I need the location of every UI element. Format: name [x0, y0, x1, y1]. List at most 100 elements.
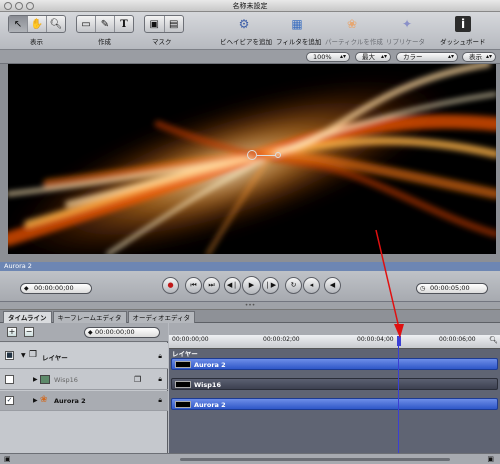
window-title: 名称未設定 — [232, 2, 268, 10]
layer-list-header: + − ◆ 00:00:00;00 — [0, 323, 168, 342]
layer-row-wisp16[interactable]: ▶ Wisp16 ❐ 🔒︎ — [0, 370, 168, 390]
record-button[interactable]: ● — [162, 277, 179, 294]
transport-controls: ◆ 00:00:00;00 ● ⏮ ⏭ ◀❘ ▶ ❘▶ ↻ ◂ ◀ ◷ 00:0… — [0, 271, 500, 302]
duration-field[interactable]: ◷ 00:00:05;00 — [416, 283, 488, 294]
zoom-in-icon[interactable]: ▣ — [487, 455, 494, 463]
tab-keyframe-editor[interactable]: キーフレームエディタ — [52, 311, 127, 323]
rotation-handle-line[interactable] — [257, 155, 276, 156]
previous-frame-button[interactable]: ◀❘ — [224, 277, 241, 294]
current-time-field[interactable]: ◆ 00:00:00;00 — [20, 283, 92, 294]
lock-icon[interactable]: 🔒︎ — [158, 396, 162, 405]
popup-arrows-icon: ▴▾ — [485, 53, 492, 60]
timeline-bottom-bar: ▣ ▣ — [0, 453, 500, 464]
go-to-start-button[interactable]: ⏮ — [185, 277, 202, 294]
bar-thumbnail — [175, 401, 191, 408]
bar-label: Aurora 2 — [194, 361, 226, 369]
canvas-viewer[interactable] — [8, 64, 496, 254]
lock-icon[interactable]: 🔒︎ — [158, 352, 162, 361]
rectangle-tool[interactable]: ▭ — [77, 16, 96, 32]
layer-enable-checkbox[interactable] — [5, 375, 14, 384]
time-ruler[interactable]: 00:00:00;00 00:00:02;00 00:00:04;00 00:0… — [169, 335, 500, 349]
zoom-slider[interactable] — [180, 458, 450, 461]
channel-popup[interactable]: カラー ▴▾ — [396, 52, 458, 62]
current-time-value: 00:00:00;00 — [34, 284, 74, 292]
timeline-track-area[interactable]: 00:00:00;00 00:00:02;00 00:00:04;00 00:0… — [169, 323, 500, 453]
ruler-tick-label: 00:00:02;00 — [263, 336, 300, 343]
mask-tools-label: マスク — [152, 38, 172, 46]
remove-layer-button[interactable]: − — [24, 327, 34, 337]
dashboard-button-label[interactable]: ダッシュボード — [440, 36, 486, 46]
channel-value: カラー — [403, 53, 423, 61]
render-quality-value: 最大 — [362, 53, 375, 61]
loop-button[interactable]: ↻ — [285, 277, 302, 294]
view-tools-label: 表示 — [30, 38, 43, 46]
play-button[interactable]: ▶ — [242, 276, 261, 295]
go-to-end-button[interactable]: ⏭ — [203, 277, 220, 294]
view-tool-group: ↖ ✋ 🔍︎ — [8, 15, 66, 33]
timeline-bar-aurora2[interactable]: Aurora 2 — [171, 398, 498, 410]
ruler-group-label: レイヤー — [172, 350, 198, 358]
annotation-arrow — [375, 229, 404, 338]
tab-timeline[interactable]: タイムライン — [3, 311, 52, 323]
filter-palette-icon[interactable]: ▦ — [289, 16, 305, 32]
create-tool-group: ▭ ✎ T — [76, 15, 134, 33]
selected-layer-name: Aurora 2 — [4, 262, 32, 270]
gear-behavior-icon[interactable]: ⚙ — [236, 16, 252, 32]
bezier-mask-tool[interactable]: ▤ — [165, 16, 184, 32]
layer-row-aurora2[interactable]: ✓ ▶ ❀ Aurora 2 🔒︎ — [0, 391, 168, 411]
layer-row-group[interactable]: ■ ▼ ❐ レイヤー 🔒︎ — [0, 343, 168, 369]
audio-button[interactable]: ◂ — [303, 277, 320, 294]
timeline-bar-wisp16[interactable]: Wisp16 — [171, 378, 498, 390]
layer-enable-checkbox[interactable]: ✓ — [5, 396, 14, 405]
panel-resize-divider[interactable]: ••• — [0, 302, 500, 310]
lock-icon[interactable]: 🔒︎ — [158, 375, 162, 384]
layer-row-label: レイヤー — [42, 354, 68, 362]
emitter-thumbnail-icon — [40, 375, 50, 384]
timeline-top-strip — [169, 323, 500, 335]
info-dashboard-icon[interactable]: i — [455, 16, 471, 32]
zoom-magnifier-tool[interactable]: 🔍︎ — [47, 16, 65, 32]
mask-tool-group: ▣ ▤ — [144, 15, 184, 33]
disclosure-triangle-icon[interactable]: ▶ — [33, 376, 38, 383]
layer-enable-checkbox[interactable]: ■ — [5, 351, 14, 360]
disclosure-triangle-icon[interactable]: ▼ — [21, 352, 26, 359]
zoom-level-popup[interactable]: 100% ▴▾ — [306, 52, 350, 62]
bar-label: Aurora 2 — [194, 401, 226, 409]
zoom-level-value: 100% — [313, 53, 332, 61]
replicator-button-label: リプリケータ — [386, 38, 425, 46]
main-toolbar: ↖ ✋ 🔍︎ 表示 ▭ ✎ T 作成 ▣ ▤ マスク ⚙ ビヘイビアを追加 ▦ … — [0, 12, 500, 50]
zoom-out-icon[interactable]: ▣ — [4, 455, 11, 463]
minimize-window-button[interactable] — [15, 2, 23, 10]
window-title-bar: 名称未設定 — [0, 0, 500, 12]
ruler-tick-label: 00:00:00;00 — [172, 336, 209, 343]
playhead-marker-icon: ◆ — [24, 285, 29, 292]
tab-audio-editor[interactable]: オーディオエディタ — [127, 311, 196, 323]
add-layer-button[interactable]: + — [7, 327, 17, 337]
timeline-layer-list: + − ◆ 00:00:00;00 ■ ▼ ❐ レイヤー 🔒︎ ▶ Wisp16… — [0, 323, 168, 453]
view-options-popup[interactable]: 表示 ▴▾ — [462, 52, 496, 62]
hand-pan-tool[interactable]: ✋ — [28, 16, 47, 32]
timeline-time-field[interactable]: ◆ 00:00:00;00 — [84, 327, 160, 338]
timing-pane-tabs: タイムライン キーフレームエディタ オーディオエディタ — [0, 310, 500, 323]
bar-thumbnail — [175, 361, 191, 368]
add-filter-button-label[interactable]: フィルタを追加 — [276, 36, 321, 46]
zoom-window-button[interactable] — [26, 2, 34, 10]
render-quality-popup[interactable]: 最大 ▴▾ — [355, 52, 391, 62]
popup-arrows-icon: ▴▾ — [380, 53, 387, 60]
duration-value: 00:00:05;00 — [430, 284, 470, 292]
mute-button[interactable]: ◀ — [324, 277, 341, 294]
anchor-point-handle[interactable] — [247, 150, 257, 160]
timeline-bar-group[interactable]: Aurora 2 — [171, 358, 498, 370]
rectangle-mask-tool[interactable]: ▣ — [145, 16, 165, 32]
disclosure-triangle-icon[interactable]: ▶ — [33, 397, 38, 404]
text-tool[interactable]: T — [115, 16, 133, 32]
add-behavior-button-label[interactable]: ビヘイビアを追加 — [220, 36, 272, 46]
particle-burst-icon: ❀ — [346, 17, 358, 31]
bezier-pen-tool[interactable]: ✎ — [96, 16, 115, 32]
close-window-button[interactable] — [4, 2, 12, 10]
ruler-end-icon[interactable]: 🔍︎ — [489, 336, 498, 344]
rotation-handle-knob[interactable] — [275, 152, 281, 158]
select-arrow-tool[interactable]: ↖ — [9, 16, 28, 32]
out-point-marker-line[interactable] — [398, 337, 399, 453]
next-frame-button[interactable]: ❘▶ — [262, 277, 279, 294]
